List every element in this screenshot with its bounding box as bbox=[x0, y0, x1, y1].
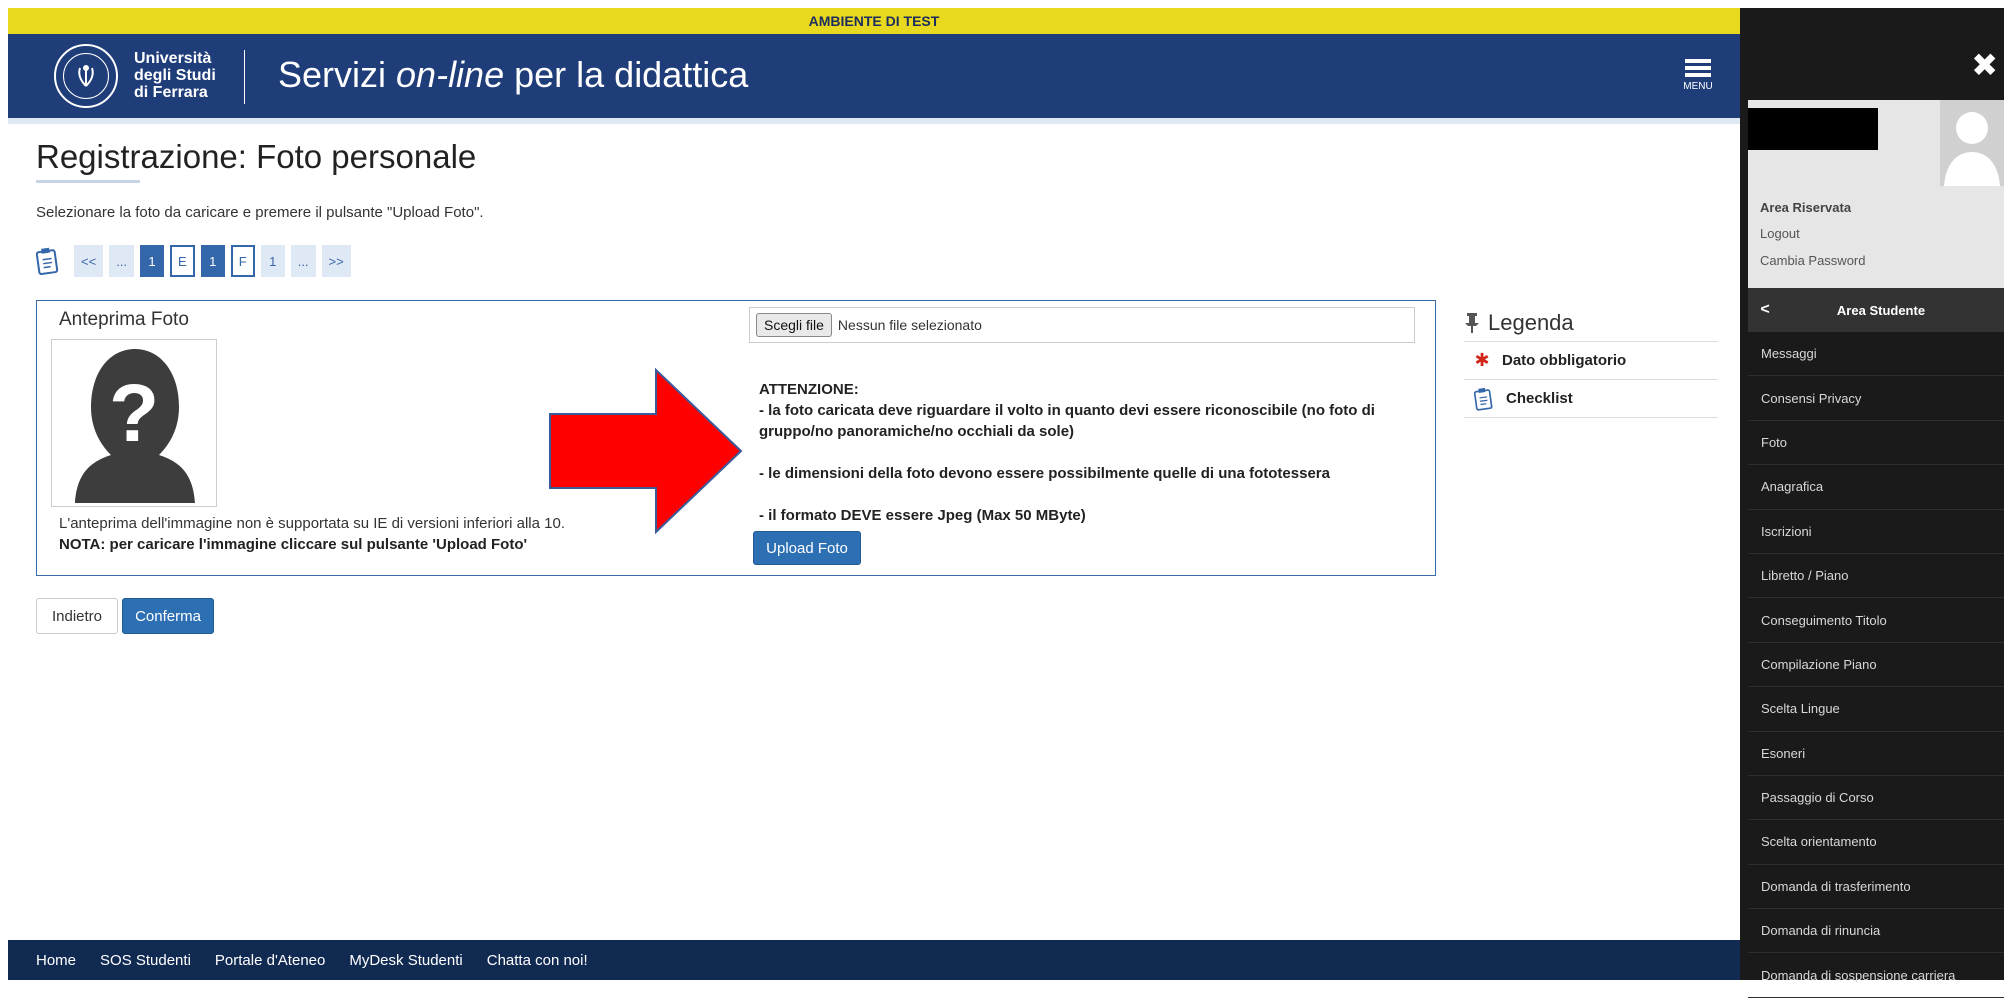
pager-ellipsis-right[interactable]: ... bbox=[290, 245, 316, 277]
site-footer: Home SOS Studenti Portale d'Ateneo MyDes… bbox=[8, 940, 1740, 980]
title-underline bbox=[36, 180, 140, 183]
wizard-pager: << ... 1 E 1 F 1 ... >> bbox=[36, 244, 351, 278]
area-studente-header[interactable]: < Area Studente bbox=[1748, 288, 2004, 332]
side-menu-item-domanda-sospensione[interactable]: Domanda di sospensione carriera bbox=[1748, 953, 2004, 998]
warning-face: - la foto caricata deve riguardare il vo… bbox=[759, 402, 1375, 440]
confirm-button[interactable]: Conferma bbox=[122, 598, 214, 634]
page-instructions: Selezionare la foto da caricare e premer… bbox=[36, 204, 484, 221]
red-arrow-annotation bbox=[549, 368, 743, 534]
pager-step-e[interactable]: E bbox=[170, 245, 195, 277]
header-divider bbox=[244, 50, 245, 104]
university-seal-logo[interactable] bbox=[54, 44, 118, 108]
user-area: Area Riservata Logout Cambia Password bbox=[1748, 100, 2004, 288]
warning-format: - il formato DEVE essere Jpeg (Max 50 MB… bbox=[759, 507, 1086, 524]
svg-text:?: ? bbox=[109, 368, 159, 459]
file-status: Nessun file selezionato bbox=[837, 317, 982, 333]
side-menu-item-messaggi[interactable]: Messaggi bbox=[1748, 332, 2004, 377]
pager-step[interactable]: 1 bbox=[140, 245, 165, 277]
pin-icon bbox=[1465, 312, 1479, 333]
user-avatar-icon bbox=[1940, 100, 2004, 186]
pager-ellipsis-left[interactable]: ... bbox=[109, 245, 135, 277]
preview-title: Anteprima Foto bbox=[59, 309, 189, 330]
menu-button[interactable]: MENU bbox=[1678, 56, 1718, 100]
footer-link-portale-ateneo[interactable]: Portale d'Ateneo bbox=[215, 952, 325, 969]
side-menu-item-conseguimento-titolo[interactable]: Conseguimento Titolo bbox=[1748, 598, 2004, 643]
side-menu-item-domanda-trasferimento[interactable]: Domanda di trasferimento bbox=[1748, 865, 2004, 910]
unknown-person-icon: ? bbox=[55, 343, 213, 503]
footer-link-mydesk[interactable]: MyDesk Studenti bbox=[349, 952, 462, 969]
pager-step[interactable]: 1 bbox=[260, 245, 285, 277]
page-title: Registrazione: Foto personale bbox=[36, 138, 477, 175]
area-studente-title: Area Studente bbox=[1836, 302, 1926, 318]
checklist-clipboard-icon bbox=[1474, 387, 1493, 411]
upload-photo-button[interactable]: Upload Foto bbox=[753, 531, 861, 565]
legend-title: Legenda bbox=[1464, 304, 1718, 342]
main-page: AMBIENTE DI TEST Università degli Studi … bbox=[8, 8, 1740, 980]
checklist-clipboard-icon[interactable] bbox=[36, 247, 60, 275]
upload-note: NOTA: per caricare l'immagine cliccare s… bbox=[59, 536, 528, 553]
warning-heading: ATTENZIONE: bbox=[759, 381, 859, 398]
side-menu-item-scelta-orientamento[interactable]: Scelta orientamento bbox=[1748, 820, 2004, 865]
side-menu-item-esoneri[interactable]: Esoneri bbox=[1748, 732, 2004, 776]
choose-file-button[interactable]: Scegli file bbox=[756, 313, 832, 337]
test-environment-banner: AMBIENTE DI TEST bbox=[8, 8, 1740, 34]
pager-step-current[interactable]: 1 bbox=[200, 245, 225, 277]
app-title: Servizi on-line per la didattica bbox=[278, 54, 749, 95]
side-menu-item-libretto-piano[interactable]: Libretto / Piano bbox=[1748, 554, 2004, 599]
site-header: Università degli Studi di Ferrara Serviz… bbox=[8, 34, 1740, 118]
warning-size: - le dimensioni della foto devono essere… bbox=[759, 465, 1330, 482]
side-menu-item-anagrafica[interactable]: Anagrafica bbox=[1748, 465, 2004, 510]
seal-emblem-icon bbox=[63, 53, 109, 99]
photo-preview: ? bbox=[51, 339, 217, 507]
pager-step-f[interactable]: F bbox=[230, 245, 255, 277]
footer-link-sos-studenti[interactable]: SOS Studenti bbox=[100, 952, 191, 969]
ie-preview-note: L'anteprima dell'immagine non è supporta… bbox=[59, 515, 566, 532]
university-name[interactable]: Università degli Studi di Ferrara bbox=[134, 50, 216, 101]
photo-file-input[interactable]: Scegli file Nessun file selezionato bbox=[749, 307, 1415, 343]
redacted-username bbox=[1748, 108, 1878, 150]
area-riservata-label: Area Riservata bbox=[1760, 200, 1852, 215]
hamburger-icon bbox=[1678, 59, 1718, 77]
legend-panel: Legenda ✱ Dato obbligatorio Checklist bbox=[1464, 304, 1718, 418]
side-menu-item-scelta-lingue[interactable]: Scelta Lingue bbox=[1748, 687, 2004, 732]
side-menu-item-consensi-privacy[interactable]: Consensi Privacy bbox=[1748, 376, 2004, 421]
side-menu-item-iscrizioni[interactable]: Iscrizioni bbox=[1748, 510, 2004, 554]
side-menu-item-compilazione-piano[interactable]: Compilazione Piano bbox=[1748, 643, 2004, 688]
logout-link[interactable]: Logout bbox=[1760, 226, 1800, 241]
side-menu-items: Messaggi Consensi Privacy Foto Anagrafic… bbox=[1748, 332, 2004, 998]
side-menu-item-foto[interactable]: Foto bbox=[1748, 421, 2004, 466]
menu-label: MENU bbox=[1683, 81, 1713, 92]
footer-link-chat[interactable]: Chatta con noi! bbox=[487, 952, 588, 969]
side-menu-item-domanda-rinuncia[interactable]: Domanda di rinuncia bbox=[1748, 909, 2004, 954]
chevron-left-icon[interactable]: < bbox=[1748, 301, 1782, 319]
pager-last[interactable]: >> bbox=[321, 245, 351, 277]
back-button[interactable]: Indietro bbox=[36, 598, 118, 634]
side-menu: ✖ Area Riservata Logout Cambia Password … bbox=[1740, 8, 2004, 998]
footer-link-home[interactable]: Home bbox=[36, 952, 76, 969]
photo-warning: ATTENZIONE: - la foto caricata deve rigu… bbox=[759, 379, 1409, 526]
header-accent-strip bbox=[8, 118, 1740, 124]
pager-first[interactable]: << bbox=[74, 245, 104, 277]
change-password-link[interactable]: Cambia Password bbox=[1760, 253, 1866, 268]
side-menu-item-passaggio-corso[interactable]: Passaggio di Corso bbox=[1748, 776, 2004, 821]
legend-checklist: Checklist bbox=[1464, 380, 1718, 418]
required-asterisk-icon: ✱ bbox=[1474, 350, 1490, 370]
legend-required: ✱ Dato obbligatorio bbox=[1464, 342, 1718, 380]
close-icon[interactable]: ✖ bbox=[1971, 46, 1998, 84]
